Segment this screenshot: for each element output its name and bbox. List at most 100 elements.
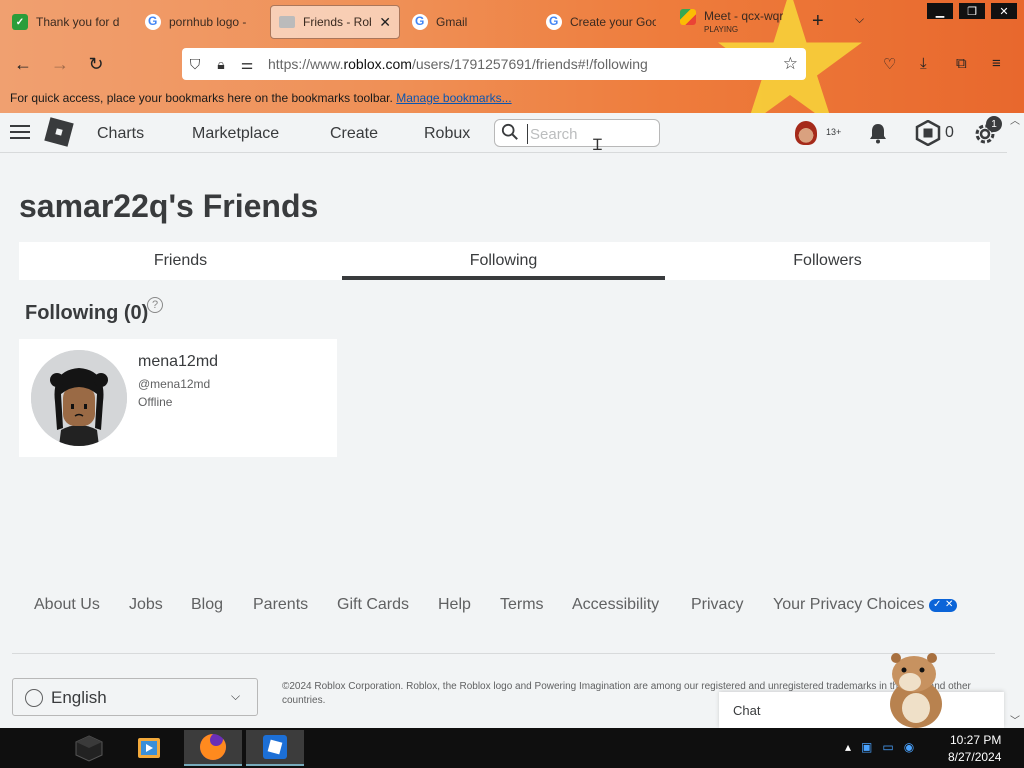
tray-app-icon[interactable]: ▣ [861,740,872,754]
navigation-toolbar: ← → ↻ ⛉ 🔒︎ ⚌ https://www.roblox.com/user… [0,44,1024,84]
friend-username: @mena12md [138,377,211,391]
scroll-down-arrow-icon[interactable]: ﹀ [1010,712,1020,727]
taskbar-clock-time[interactable]: 10:27 PM [950,733,1001,747]
list-all-tabs-icon[interactable]: ⌵ [855,12,864,27]
section-title: Following (0) [25,302,149,324]
tab-bar: ✓ Thank you for d pornhub logo - Friends… [0,0,1024,44]
page-scrollbar[interactable] [1007,113,1024,728]
robux-balance[interactable]: 0 [945,124,954,142]
hamburger-menu-icon[interactable] [10,125,30,140]
bookmark-star-icon[interactable]: ☆ [783,54,798,74]
url-path: /users/1791257691/friends#!/following [411,56,648,72]
avatar-headshot-image [31,350,127,446]
lock-icon[interactable]: 🔒︎ [208,56,234,73]
tab-followers[interactable]: Followers [665,242,990,280]
show-hidden-icons-icon[interactable]: ▴ [845,740,851,754]
taskbar-roblox-studio-icon[interactable] [246,730,304,766]
settings-notification-badge: 1 [986,116,1002,132]
roblox-logo-icon[interactable] [44,117,74,147]
browser-tab-2[interactable]: pornhub logo - [137,5,263,39]
tab-label: Followers [793,252,862,269]
browser-tab-4[interactable]: Gmail [404,5,530,39]
taskbar-media-player-icon[interactable] [120,730,178,766]
active-tab-indicator [342,276,665,280]
help-icon[interactable]: ? [147,297,163,313]
footer-link-parents[interactable]: Parents [253,596,308,614]
nav-robux[interactable]: Robux [424,125,470,143]
footer-link-gift-cards[interactable]: Gift Cards [337,596,409,614]
browser-tab-6[interactable]: Meet - qcx-wqr PLAYING [672,5,798,39]
network-icon[interactable]: ▭ [882,740,893,754]
footer-link-terms[interactable]: Terms [500,596,544,614]
close-tab-icon[interactable]: ✕ [379,14,391,31]
chat-bar[interactable]: Chat [719,692,1004,728]
notifications-bell-icon[interactable] [867,122,889,144]
search-box[interactable] [494,119,660,147]
footer-link-blog[interactable]: Blog [191,596,223,614]
reload-icon[interactable]: ↻ [85,54,107,75]
language-select[interactable]: English ⌵ [12,678,258,716]
nav-charts[interactable]: Charts [97,125,144,143]
windows-taskbar: ▴ ▣ ▭ ◉ 10:27 PM 8/27/2024 [0,728,1024,768]
minimize-window-button[interactable]: ▁ [927,3,953,19]
tab-label: Following [469,252,538,269]
bookmarks-hint: For quick access, place your bookmarks h… [10,91,393,105]
footer-link-about-us[interactable]: About Us [34,596,100,614]
nav-marketplace[interactable]: Marketplace [192,125,279,143]
pocket-icon[interactable]: ♡ [883,55,896,73]
friend-display-name[interactable]: mena12md [138,353,218,371]
robux-icon[interactable] [915,120,941,146]
menu-icon[interactable]: ≡ [992,55,1001,72]
taskbar-cube-app-icon[interactable] [60,730,118,766]
new-tab-button[interactable]: + [812,10,824,33]
footer-link-privacy-choices[interactable]: Your Privacy Choices [773,596,924,614]
footer-link-accessibility[interactable]: Accessibility [572,596,659,614]
friend-avatar[interactable] [31,350,127,446]
forward-arrow-icon[interactable]: → [49,54,71,75]
page-icon [279,16,295,28]
scroll-up-arrow-icon[interactable]: ︿ [1010,112,1020,127]
friend-presence-status: Offline [138,395,173,409]
search-icon [501,123,518,140]
friends-tab-bar: Friends Following Followers [19,242,990,280]
url-bar[interactable]: ⛉ 🔒︎ ⚌ https://www.roblox.com/users/1791… [182,48,806,80]
browser-tab-5[interactable]: Create your Goo [538,5,664,39]
footer-divider [12,653,995,654]
downloads-icon[interactable]: ⤓ [920,55,927,72]
text-cursor-icon: Ɪ [593,135,602,154]
tab-following[interactable]: Following [342,242,665,280]
taskbar-clock-date[interactable]: 8/27/2024 [948,750,1001,764]
roblox-green-icon: ✓ [12,14,28,30]
back-arrow-icon[interactable]: ← [12,54,34,75]
close-window-button[interactable]: ✕ [991,3,1017,19]
taskbar-firefox-icon[interactable] [184,730,242,766]
tab-title: Thank you for d [36,15,120,29]
user-avatar[interactable] [795,121,817,145]
tab-title: Friends - Robl [303,15,372,29]
browser-chrome: ✓ Thank you for d pornhub logo - Friends… [0,0,1024,113]
tab-title: Gmail [436,15,468,29]
google-icon [546,14,562,30]
permissions-icon[interactable]: ⚌ [234,56,260,73]
extensions-icon[interactable]: ⧉ [956,55,967,72]
system-tray: ▴ ▣ ▭ ◉ [845,740,914,754]
globe-icon [25,689,43,707]
restore-window-button[interactable]: ❐ [959,3,985,19]
search-input[interactable] [527,124,647,144]
url-text[interactable]: https://www.roblox.com/users/1791257691/… [268,56,648,72]
friend-card[interactable]: mena12md @mena12md Offline [19,339,337,457]
footer-link-help[interactable]: Help [438,596,471,614]
footer-link-jobs[interactable]: Jobs [129,596,163,614]
nav-create[interactable]: Create [330,125,378,143]
tab-friends[interactable]: Friends [19,242,342,280]
google-icon [145,14,161,30]
speaker-icon[interactable]: ◉ [904,740,914,754]
url-prefix: https://www. [268,56,344,72]
privacy-choices-icon[interactable] [929,599,957,612]
manage-bookmarks-link[interactable]: Manage bookmarks... [396,91,511,105]
footer-link-privacy[interactable]: Privacy [691,596,743,614]
shield-icon[interactable]: ⛉ [182,56,208,73]
browser-tab-1[interactable]: ✓ Thank you for d [4,5,130,39]
meet-icon [680,9,696,25]
browser-tab-active[interactable]: Friends - Robl ✕ [270,5,400,39]
